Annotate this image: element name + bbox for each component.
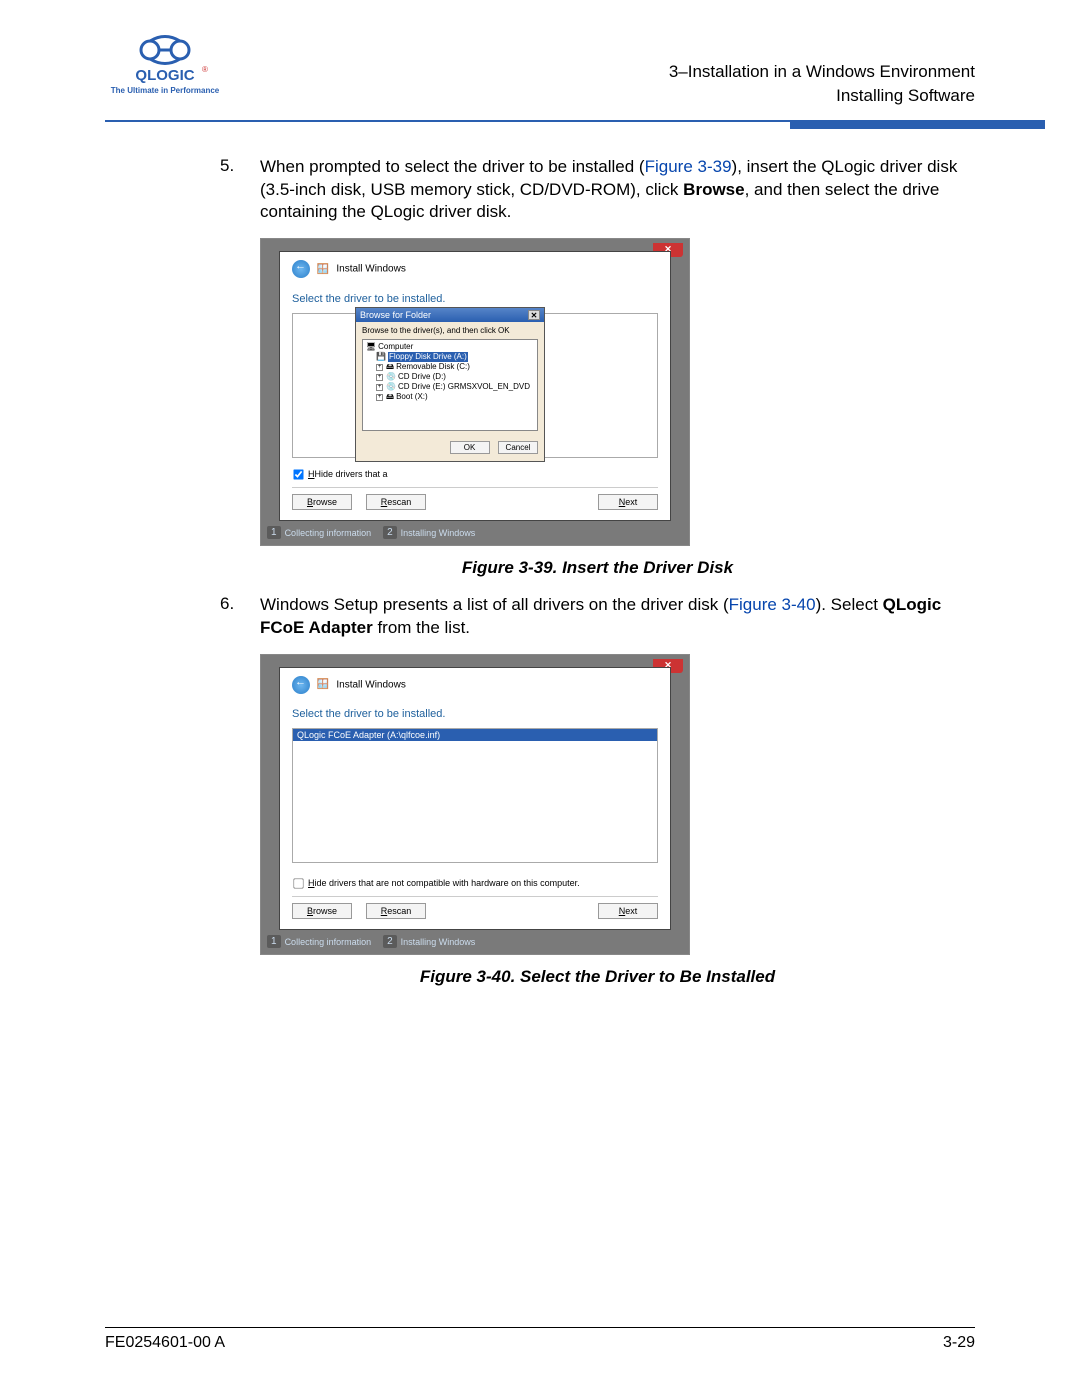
step-text: Windows Setup presents a list of all dri…: [260, 594, 975, 640]
window-title: Install Windows: [336, 679, 405, 690]
figure-3-40-caption: Figure 3-40. Select the Driver to Be Ins…: [220, 967, 975, 987]
document-number: FE0254601-00 A: [105, 1334, 225, 1352]
dialog-heading: Select the driver to be installed.: [292, 708, 658, 720]
rescan-button[interactable]: Rescan: [366, 903, 426, 919]
windows-flag-icon: 🪟: [316, 679, 328, 690]
qlogic-logo-icon: QLOGIC ®: [120, 30, 210, 85]
page-footer: FE0254601-00 A 3-29: [105, 1327, 975, 1352]
svg-text:QLOGIC: QLOGIC: [135, 67, 194, 84]
back-icon[interactable]: [292, 676, 310, 694]
browse-button[interactable]: Browse: [292, 903, 352, 919]
next-button[interactable]: Next: [598, 494, 658, 510]
step-6: 6. Windows Setup presents a list of all …: [220, 594, 975, 640]
step-text: When prompted to select the driver to be…: [260, 156, 975, 225]
step-5: 5. When prompted to select the driver to…: [220, 156, 975, 225]
floppy-icon: 💾: [376, 352, 386, 362]
chapter-line: 3–Installation in a Windows Environment: [669, 60, 975, 84]
floppy-node[interactable]: Floppy Disk Drive (A:): [388, 352, 468, 362]
figure-3-40-screenshot: ✕ 🪟 Install Windows Select the driver to…: [260, 654, 690, 955]
progress-steps: 1Collecting information 2Installing Wind…: [261, 521, 689, 545]
back-icon[interactable]: [292, 260, 310, 278]
logo-tagline: The Ultimate in Performance: [105, 86, 225, 95]
close-icon[interactable]: ✕: [528, 310, 540, 320]
cancel-button[interactable]: Cancel: [498, 441, 538, 454]
figure-link[interactable]: Figure 3-40: [729, 595, 816, 614]
figure-3-39-screenshot: ✕ 🪟 Install Windows Select the driver to…: [260, 238, 690, 545]
expand-icon[interactable]: +: [376, 374, 383, 381]
page-header: QLOGIC ® The Ultimate in Performance 3–I…: [105, 30, 975, 108]
expand-icon[interactable]: +: [376, 364, 383, 371]
cd-icon: 💿: [386, 372, 396, 382]
section-line: Installing Software: [669, 84, 975, 108]
window-title: Install Windows: [336, 264, 405, 275]
header-text: 3–Installation in a Windows Environment …: [669, 30, 975, 108]
svg-text:®: ®: [202, 65, 208, 74]
folder-tree[interactable]: 🖥Computer 💾Floppy Disk Drive (A:) +🖴Remo…: [362, 339, 538, 431]
disk-icon: 🖴: [386, 392, 394, 402]
folder-message: Browse to the driver(s), and then click …: [362, 326, 538, 335]
computer-icon: 🖥: [366, 342, 376, 352]
figure-3-39-caption: Figure 3-39. Insert the Driver Disk: [220, 558, 975, 578]
hide-drivers-checkbox[interactable]: Hide drivers that are not compatible wit…: [292, 877, 658, 890]
folder-dialog-title: Browse for Folder: [360, 310, 431, 320]
rescan-button[interactable]: Rescan: [366, 494, 426, 510]
step-number: 6.: [220, 594, 260, 640]
disk-icon: 🖴: [386, 362, 394, 372]
expand-icon[interactable]: +: [376, 394, 383, 401]
browse-button[interactable]: BBrowserowse: [292, 494, 352, 510]
progress-steps: 1Collecting information 2Installing Wind…: [261, 930, 689, 954]
dialog-heading: Select the driver to be installed.: [292, 293, 658, 305]
logo: QLOGIC ® The Ultimate in Performance: [105, 30, 225, 95]
driver-list[interactable]: QLogic FCoE Adapter (A:\qlfcoe.inf): [292, 728, 658, 863]
browse-folder-dialog: Browse for Folder ✕ Browse to the driver…: [355, 307, 545, 462]
expand-icon[interactable]: +: [376, 384, 383, 391]
header-rule: [105, 120, 975, 126]
step-number: 5.: [220, 156, 260, 225]
ok-button[interactable]: OK: [450, 441, 490, 454]
hide-drivers-checkbox[interactable]: HHide drivers that a: [292, 468, 658, 481]
page-number: 3-29: [943, 1334, 975, 1352]
cd-icon: 💿: [386, 382, 396, 392]
driver-item-selected[interactable]: QLogic FCoE Adapter (A:\qlfcoe.inf): [293, 729, 657, 741]
windows-flag-icon: 🪟: [316, 264, 328, 275]
next-button[interactable]: Next: [598, 903, 658, 919]
figure-link[interactable]: Figure 3-39: [645, 157, 732, 176]
